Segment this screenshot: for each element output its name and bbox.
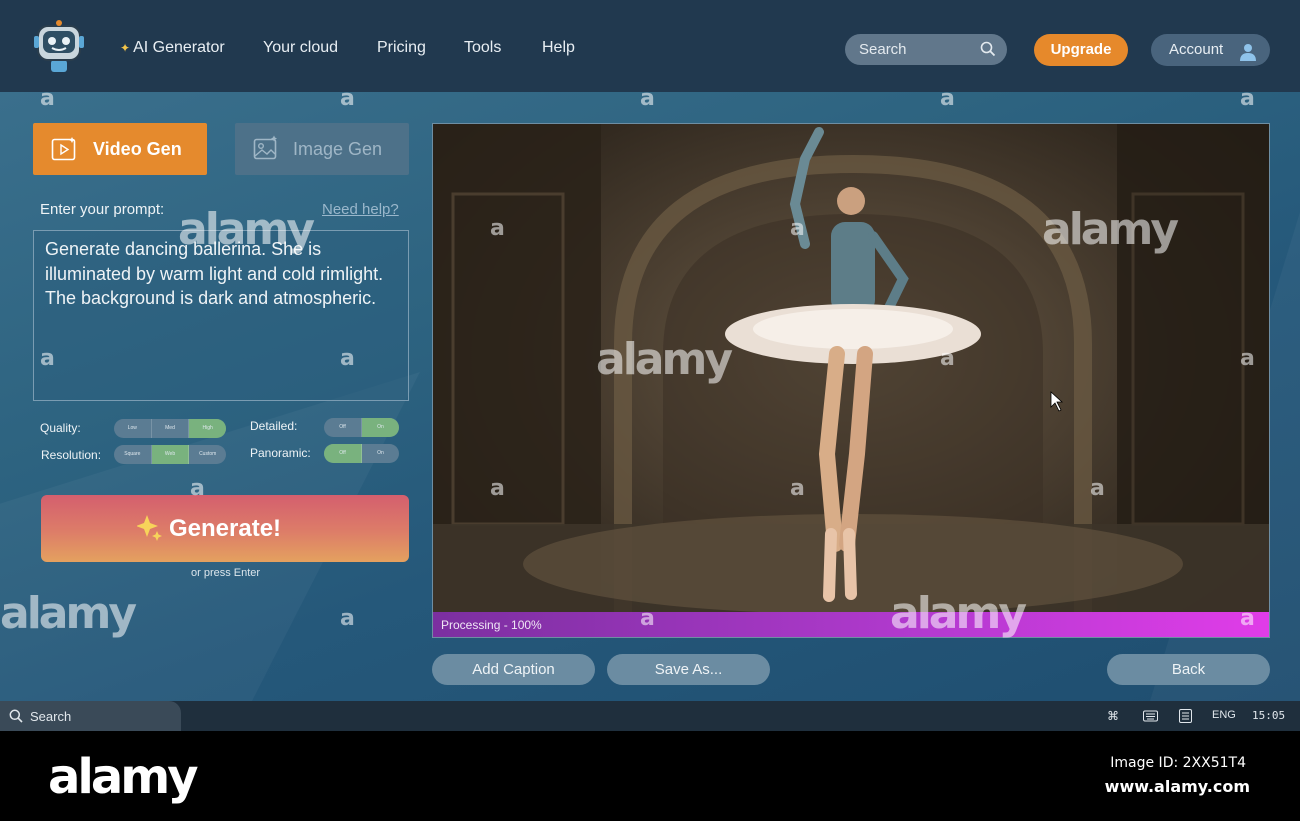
watermark-letter: a	[940, 86, 955, 111]
generated-image-preview[interactable]: Processing - 100%	[432, 123, 1270, 638]
os-taskbar: Search ⌘ ENG 15:05	[0, 701, 1300, 731]
keyboard-icon[interactable]	[1143, 710, 1158, 725]
progress-bar: Processing - 100%	[433, 612, 1269, 637]
quality-label: Quality:	[40, 421, 81, 435]
taskbar-search[interactable]: Search	[0, 701, 181, 731]
top-nav-bar: ✦ AI Generator Your cloud Pricing Tools H…	[0, 0, 1300, 92]
account-label: Account	[1169, 41, 1224, 58]
watermark-letter: a	[940, 346, 955, 371]
detailed-option-on[interactable]: On	[362, 418, 399, 437]
progress-fill	[433, 612, 1269, 637]
tab-image-gen-label: Image Gen	[293, 139, 383, 159]
prompt-label: Enter your prompt:	[40, 201, 165, 218]
watermark-letter: a	[1240, 86, 1255, 111]
taskbar-search-label: Search	[30, 709, 72, 724]
quality-option-low[interactable]: Low	[114, 419, 152, 438]
upgrade-button[interactable]: Upgrade	[1034, 34, 1128, 66]
footer-brand-logo: alamy	[48, 749, 199, 805]
search-input[interactable]: Search	[845, 34, 1007, 65]
watermark-letter: a	[1240, 346, 1255, 371]
watermark-letter: a	[340, 86, 355, 111]
nav-ai-generator-label: AI Generator	[133, 39, 225, 56]
resolution-option-web[interactable]: Web	[151, 445, 190, 464]
nav-help[interactable]: Help	[542, 38, 575, 58]
robot-logo-icon[interactable]	[32, 20, 86, 74]
search-icon	[9, 709, 23, 726]
watermark-letter: a	[490, 216, 505, 241]
search-icon[interactable]	[980, 41, 996, 62]
panoramic-label: Panoramic:	[250, 446, 311, 460]
detailed-label: Detailed:	[250, 419, 298, 433]
user-icon	[1240, 41, 1256, 73]
detailed-toggle[interactable]: Off On	[324, 418, 399, 437]
sparkle-icon: ✦	[120, 41, 131, 55]
watermark-letter: a	[1240, 606, 1255, 631]
watermark-letter: a	[340, 606, 355, 631]
command-icon[interactable]: ⌘	[1107, 709, 1119, 723]
panoramic-option-on[interactable]: On	[362, 444, 399, 463]
watermark-brand: alamy	[890, 588, 1027, 639]
tab-video-gen-label: Video Gen	[93, 139, 182, 159]
watermark-brand: alamy	[1042, 204, 1179, 255]
detailed-option-off[interactable]: Off	[324, 418, 362, 437]
resolution-label: Resolution:	[41, 448, 102, 462]
battery-icon[interactable]	[1179, 709, 1192, 726]
tab-video-gen[interactable]: Video Gen	[33, 123, 207, 175]
watermark-letter: a	[40, 86, 55, 111]
resolution-toggle[interactable]: Square Web Custom	[114, 445, 226, 464]
app-window: ✦ AI Generator Your cloud Pricing Tools H…	[0, 0, 1300, 821]
nav-tools[interactable]: Tools	[464, 38, 501, 58]
main-workspace: Video Gen Image Gen Enter your prompt: N…	[0, 86, 1300, 701]
generate-button[interactable]: Generate!	[41, 495, 409, 562]
watermark-letter: a	[190, 476, 205, 501]
watermark-letter: a	[790, 216, 805, 241]
quality-option-med[interactable]: Med	[152, 419, 190, 438]
need-help-link[interactable]: Need help?	[322, 201, 399, 218]
image-icon	[253, 135, 279, 166]
resolution-option-square[interactable]: Square	[114, 445, 152, 464]
sparkles-icon	[136, 513, 163, 550]
language-indicator[interactable]: ENG	[1212, 709, 1236, 721]
prompt-textarea[interactable]: Generate dancing ballerina. She is illum…	[33, 230, 409, 401]
quality-toggle[interactable]: Low Med High	[114, 419, 226, 438]
watermark-brand: alamy	[178, 204, 315, 255]
watermark-letter: a	[340, 346, 355, 371]
footer-image-id: Image ID: 2XX51T4	[1110, 755, 1246, 771]
account-button[interactable]: Account	[1151, 34, 1270, 66]
search-placeholder: Search	[859, 41, 907, 58]
watermark-letter: a	[790, 476, 805, 501]
back-button[interactable]: Back	[1107, 654, 1270, 685]
add-caption-button[interactable]: Add Caption	[432, 654, 595, 685]
watermark-letter: a	[640, 86, 655, 111]
watermark-letter: a	[40, 346, 55, 371]
resolution-option-custom[interactable]: Custom	[189, 445, 226, 464]
watermark-brand: alamy	[0, 588, 137, 639]
watermark-letter: a	[1090, 476, 1105, 501]
progress-text: Processing - 100%	[441, 618, 542, 632]
watermark-brand: alamy	[596, 334, 733, 385]
tab-image-gen[interactable]: Image Gen	[235, 123, 409, 175]
generate-button-label: Generate!	[169, 515, 282, 542]
panoramic-toggle[interactable]: Off On	[324, 444, 399, 463]
quality-option-high[interactable]: High	[189, 419, 226, 438]
watermark-letter: a	[490, 476, 505, 501]
video-icon	[51, 136, 77, 167]
nav-pricing[interactable]: Pricing	[377, 38, 426, 58]
stock-footer: alamy Image ID: 2XX51T4 www.alamy.com	[0, 731, 1300, 821]
press-enter-hint: or press Enter	[191, 567, 261, 579]
panoramic-option-off[interactable]: Off	[324, 444, 362, 463]
watermark-letter: a	[640, 606, 655, 631]
nav-your-cloud[interactable]: Your cloud	[263, 38, 338, 58]
footer-url: www.alamy.com	[1104, 777, 1250, 796]
clock[interactable]: 15:05	[1252, 709, 1285, 722]
ballerina-image	[433, 124, 1269, 637]
nav-ai-generator[interactable]: ✦ AI Generator	[120, 38, 225, 58]
save-as-button[interactable]: Save As...	[607, 654, 770, 685]
